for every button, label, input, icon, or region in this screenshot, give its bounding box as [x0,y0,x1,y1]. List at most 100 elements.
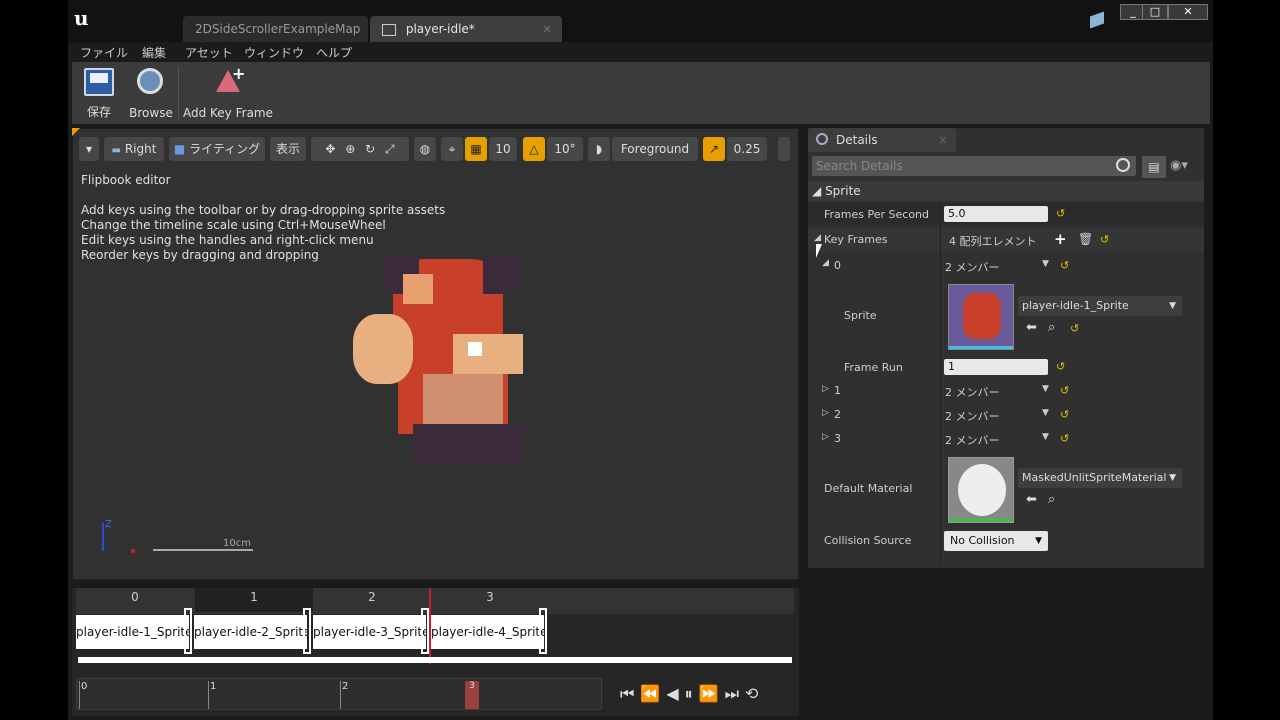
trash-icon[interactable]: 🗑 [1078,232,1093,246]
frame-run-input[interactable]: 1 [944,359,1048,375]
2d-move-icon[interactable]: ⊕ [345,142,355,156]
pause-icon[interactable]: ⏸ [685,684,699,703]
reset-fps-icon[interactable]: ↺ [1056,207,1065,220]
reset-frame-run-icon[interactable]: ↺ [1056,360,1065,373]
key-frame-2[interactable]: player-idle-3_Sprite [313,615,426,649]
reset-item-1-icon[interactable]: ↺ [1060,384,1069,397]
key-frame-0[interactable]: player-idle-1_Sprite [76,615,189,649]
rotation-snap-value[interactable]: 10° [547,137,583,161]
fps-input[interactable]: 5.0 [944,206,1048,222]
section-sprite[interactable]: ◢ Sprite [808,181,1204,201]
step-back-icon[interactable]: ⏪ [640,684,666,703]
menu-help[interactable]: ヘルプ [316,44,352,61]
expand-key-frames-icon[interactable]: ◢ [814,233,821,243]
scrub-bar[interactable]: 0 1 2 3 [76,678,602,710]
timeline-panel: 0 1 2 3 player-idle-1_Sprite player-idle… [72,588,799,716]
item-3-dropdown-icon[interactable]: ▼ [1042,432,1049,442]
rotate-icon[interactable]: ↻ [365,142,375,156]
reset-item-3-icon[interactable]: ↺ [1060,432,1069,445]
scale-snap-value[interactable]: 0.25 [727,137,767,161]
item-0-dropdown-icon[interactable]: ▼ [1042,259,1049,269]
viewport-toolbar-overflow[interactable] [778,137,790,161]
expand-item-1-icon[interactable]: ▷ [822,384,829,394]
lighting-button[interactable]: ■ ライティング [169,137,265,161]
browse-material-icon[interactable]: ⌕ [1048,492,1055,507]
reset-item-2-icon[interactable]: ↺ [1060,408,1069,421]
property-matrix-icon[interactable]: ▤ [1142,156,1166,178]
show-button[interactable]: 表示 [270,137,306,161]
tab-map[interactable]: 2DSideScrollerExampleMap [183,16,368,42]
loop-icon[interactable]: ⟲ [745,684,764,703]
save-button[interactable]: 保存 [78,62,120,124]
move-icon[interactable]: ✥ [325,142,335,156]
frame-handle[interactable] [303,608,311,654]
play-reverse-icon[interactable]: ◀ [666,684,684,703]
use-selected-material-icon[interactable]: ⬅ [1026,492,1037,507]
scrub-handle[interactable]: 3 [465,681,479,709]
go-to-end-icon[interactable]: ⏭ [725,684,745,703]
go-to-start-icon[interactable]: ⏮ [620,684,640,703]
use-selected-asset-icon[interactable]: ⬅ [1026,320,1037,335]
menu-edit[interactable]: 編集 [142,44,166,61]
close-details-icon[interactable]: × [938,128,948,152]
close-tab-icon[interactable]: × [542,16,552,42]
details-column-divider[interactable] [940,203,941,565]
search-icon[interactable] [1116,158,1130,172]
key-frames-row: ◢ Key Frames 4 配列エレメント + 🗑 ↺ [808,228,1204,252]
browse-label: Browse [129,106,173,120]
details-search-input[interactable]: Search Details [812,156,1136,176]
frame-handle[interactable] [421,608,429,654]
expand-item-2-icon[interactable]: ▷ [822,408,829,418]
add-element-icon[interactable]: + [1054,230,1067,248]
tab-player-idle[interactable]: player-idle* × [370,16,562,42]
scrub-tick-2: 2 [340,681,348,709]
collision-source-select[interactable]: No Collision ▼ [944,531,1048,551]
view-mode-button[interactable]: ▬ Right [104,137,164,161]
menu-window[interactable]: ウィンドウ [244,44,304,61]
expand-item-3-icon[interactable]: ▷ [822,432,829,442]
layer-select[interactable]: Foreground [612,137,698,161]
menu-file[interactable]: ファイル [80,44,128,61]
maximize-button[interactable]: □ [1142,4,1168,20]
surface-snap-button[interactable]: ⌖ [441,137,463,161]
item-1-dropdown-icon[interactable]: ▼ [1042,384,1049,394]
details-tab[interactable]: Details × [808,128,956,152]
frame-number: 3 [486,590,494,604]
browse-button[interactable]: Browse [126,62,176,124]
collision-source-value: No Collision [950,534,1015,547]
expand-item-0-icon[interactable]: ◢ [822,258,829,268]
view-options-icon[interactable]: ◉▾ [1170,158,1188,173]
menu-asset[interactable]: アセット [185,44,233,61]
scrub-tick-1: 1 [208,681,216,709]
frame-handle[interactable] [539,608,547,654]
reset-key-frames-icon[interactable]: ↺ [1100,233,1109,246]
rotation-snap-toggle[interactable]: △ [523,137,545,161]
browse-asset-icon[interactable]: ⌕ [1048,320,1055,335]
scale-snap-toggle[interactable]: ↗ [703,137,725,161]
playhead[interactable] [429,588,431,664]
source-control-icon[interactable] [1090,11,1104,29]
step-forward-icon[interactable]: ⏩ [699,684,725,703]
frame-number: 2 [368,590,376,604]
key-frame-1[interactable]: player-idle-2_Sprite [194,615,307,649]
key-frame-3[interactable]: player-idle-4_Sprite [431,615,544,649]
item-2-dropdown-icon[interactable]: ▼ [1042,408,1049,418]
close-window-button[interactable]: ✕ [1168,4,1208,20]
frame-handle[interactable] [184,608,192,654]
viewport-options-button[interactable]: ▾ [79,137,99,161]
material-thumbnail[interactable] [948,457,1014,523]
viewport[interactable]: ▾ ▬ Right ■ ライティング 表示 ✥ ⊕ ↻ ⤢ ◍ ⌖ ▦ 10 △… [72,128,799,580]
layer-snap-toggle[interactable]: ◗ [588,137,610,161]
world-local-button[interactable]: ◍ [414,137,436,161]
sprite-thumbnail[interactable] [948,284,1014,350]
grid-snap-value[interactable]: 10 [489,137,517,161]
add-key-frame-button[interactable]: + Add Key Frame [182,62,274,124]
sprite-select[interactable]: player-idle-1_Sprite ▼ [1018,296,1182,316]
timeline-scrollbar[interactable] [78,657,792,663]
sprite-thumbnail-figure [963,293,1001,339]
material-select[interactable]: MaskedUnlitSpriteMaterial ▼ [1018,468,1182,488]
scale-icon[interactable]: ⤢ [385,142,395,156]
reset-sprite-icon[interactable]: ↺ [1070,322,1079,335]
reset-item-0-icon[interactable]: ↺ [1060,259,1069,272]
grid-snap-toggle[interactable]: ▦ [465,137,487,161]
